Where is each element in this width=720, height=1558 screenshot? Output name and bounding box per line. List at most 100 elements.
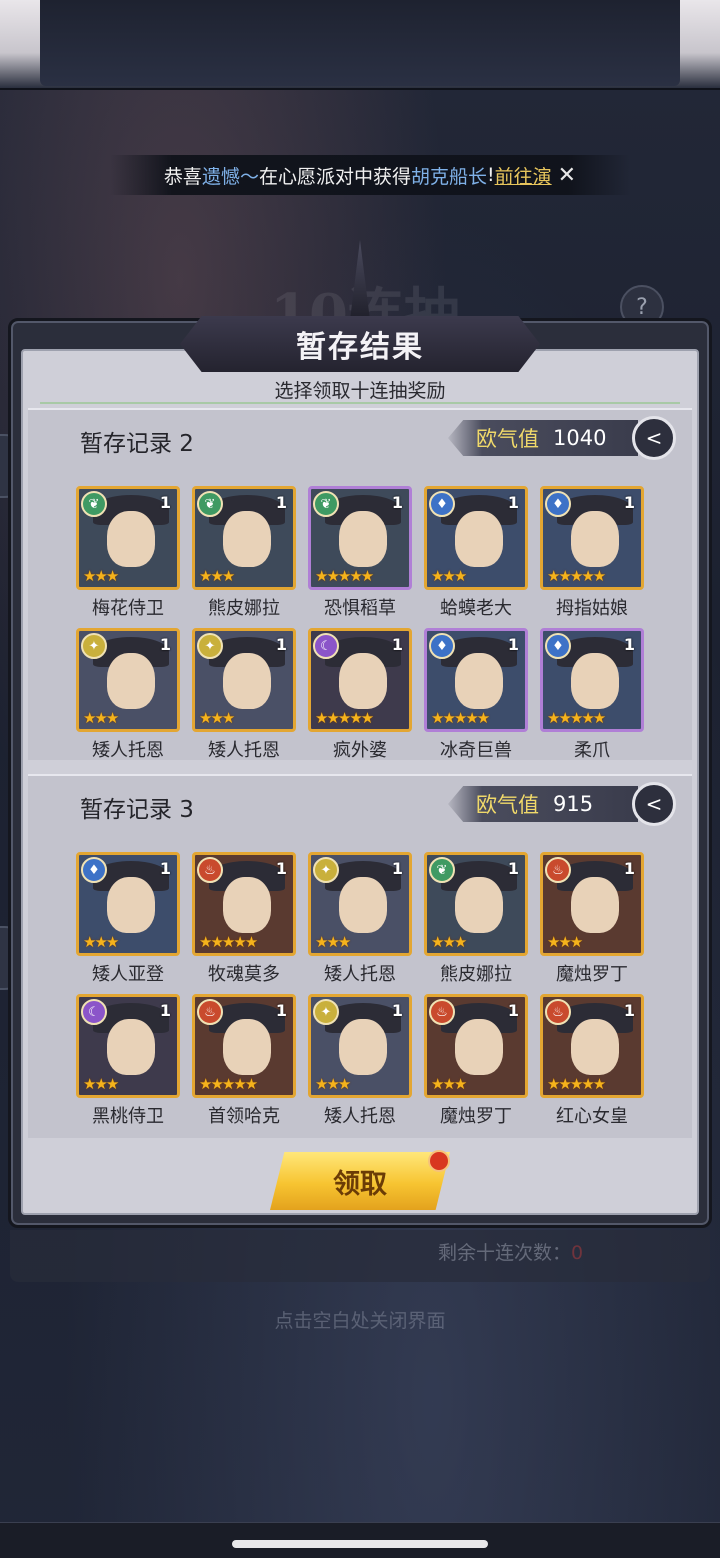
share-icon[interactable]: < — [632, 416, 676, 460]
hero-stars: ★★★ — [199, 709, 235, 727]
hero-card[interactable]: ♦ 1 ★★★★★ 拇指姑娘 — [540, 486, 644, 619]
hero-face-shape — [223, 653, 271, 709]
moon-icon: ☾ — [81, 999, 107, 1025]
hero-card[interactable]: ❦ 1 ★★★ 熊皮娜拉 — [424, 852, 528, 985]
hero-card[interactable]: ♦ 1 ★★★ 蛤蟆老大 — [424, 486, 528, 619]
record-panel[interactable]: 暂存记录 2 欧气值 1040 < ❦ 1 ★★★ 梅花侍卫 ❦ 1 ★★★ 熊皮娜拉 ❦ 1 ★★… — [28, 408, 692, 761]
home-indicator[interactable] — [232, 1540, 488, 1548]
hero-count: 1 — [623, 859, 635, 878]
luck-badge: 欧气值 915 — [448, 786, 638, 822]
hero-portrait-frame: ♦ 1 ★★★★★ — [540, 628, 644, 732]
remaining-value: 0 — [571, 1242, 584, 1264]
hero-face-shape — [571, 511, 619, 567]
record-panel[interactable]: 暂存记录 3 欧气值 915 < ♦ 1 ★★★ 矮人亚登 ♨ 1 ★★★★★ 牧魂莫多 ✦ 1 ★… — [28, 774, 692, 1138]
hero-name: 熊皮娜拉 — [440, 964, 512, 985]
hero-card[interactable]: ✦ 1 ★★★ 矮人托恩 — [76, 628, 180, 761]
hero-stars: ★★★ — [431, 933, 467, 951]
close-hint[interactable]: 点击空白处关闭界面 — [0, 1306, 720, 1333]
hero-card[interactable]: ❦ 1 ★★★ 熊皮娜拉 — [192, 486, 296, 619]
leaf-icon: ❦ — [81, 491, 107, 517]
notification-dot-icon — [428, 1150, 450, 1172]
hero-count: 1 — [159, 1001, 171, 1020]
luck-value: 915 — [553, 792, 594, 816]
hero-face-shape — [571, 877, 619, 933]
hero-card[interactable]: ❦ 1 ★★★ 梅花侍卫 — [76, 486, 180, 619]
remaining-draws: 剩余十连次数：0 — [438, 1238, 583, 1265]
hero-name: 首领哈克 — [208, 1106, 280, 1127]
share-icon[interactable]: < — [632, 782, 676, 826]
leaf-icon: ❦ — [197, 491, 223, 517]
hero-count: 1 — [507, 635, 519, 654]
hero-portrait-frame: ♦ 1 ★★★ — [424, 486, 528, 590]
hero-name: 矮人托恩 — [324, 964, 396, 985]
hero-face-shape — [107, 877, 155, 933]
hero-portrait-frame: ♨ 1 ★★★★★ — [540, 994, 644, 1098]
luck-label: 欧气值 — [476, 793, 539, 817]
hero-card[interactable]: ♨ 1 ★★★★★ 红心女皇 — [540, 994, 644, 1127]
hero-card[interactable]: ✦ 1 ★★★ 矮人托恩 — [308, 994, 412, 1127]
hero-name: 矮人托恩 — [208, 740, 280, 761]
luck-label: 欧气值 — [476, 427, 539, 451]
hero-name: 冰奇巨兽 — [440, 740, 512, 761]
hero-card[interactable]: ♨ 1 ★★★ 魔烛罗丁 — [424, 994, 528, 1127]
hero-card[interactable]: ♨ 1 ★★★★★ 首领哈克 — [192, 994, 296, 1127]
hero-card[interactable]: ♦ 1 ★★★★★ 柔爪 — [540, 628, 644, 761]
notice-prefix: 恭喜 — [163, 165, 202, 188]
hero-count: 1 — [159, 635, 171, 654]
flame-icon: ♨ — [545, 999, 571, 1025]
hero-card[interactable]: ✦ 1 ★★★ 矮人托恩 — [308, 852, 412, 985]
dialog-title: 暂存结果 — [180, 316, 540, 372]
hero-card[interactable]: ♨ 1 ★★★ 魔烛罗丁 — [540, 852, 644, 985]
hero-portrait-frame: ♨ 1 ★★★ — [540, 852, 644, 956]
hero-portrait-frame: ♦ 1 ★★★★★ — [540, 486, 644, 590]
hero-card[interactable]: ❦ 1 ★★★★★ 恐惧稻草 — [308, 486, 412, 619]
hero-card[interactable]: ♦ 1 ★★★ 矮人亚登 — [76, 852, 180, 985]
hero-face-shape — [455, 1019, 503, 1075]
hero-count: 1 — [159, 493, 171, 512]
hero-count: 1 — [623, 493, 635, 512]
hero-count: 1 — [159, 859, 171, 878]
hero-card[interactable]: ☾ 1 ★★★ 黑桃侍卫 — [76, 994, 180, 1127]
notice-goto-link[interactable]: 前往演 — [495, 162, 552, 189]
hero-face-shape — [107, 653, 155, 709]
hero-stars: ★★★ — [83, 1075, 119, 1093]
notice-close-icon[interactable]: ✕ — [558, 163, 576, 188]
remaining-strip — [10, 1230, 710, 1282]
hero-card[interactable]: ♨ 1 ★★★★★ 牧魂莫多 — [192, 852, 296, 985]
hero-count: 1 — [391, 859, 403, 878]
record-title: 暂存记录 3 — [80, 797, 194, 823]
claim-button[interactable]: 领取 — [270, 1152, 450, 1210]
notice-hero-name[interactable]: 胡克船长 — [411, 162, 487, 189]
hero-count: 1 — [391, 493, 403, 512]
hero-card[interactable]: ☾ 1 ★★★★★ 疯外婆 — [308, 628, 412, 761]
hero-stars: ★★★ — [431, 1075, 467, 1093]
hero-card[interactable]: ✦ 1 ★★★ 矮人托恩 — [192, 628, 296, 761]
hero-name: 熊皮娜拉 — [208, 598, 280, 619]
hero-portrait-frame: ♨ 1 ★★★★★ — [192, 994, 296, 1098]
hero-stars: ★★★ — [547, 933, 583, 951]
hero-face-shape — [455, 653, 503, 709]
hero-portrait-frame: ❦ 1 ★★★★★ — [308, 486, 412, 590]
hero-portrait-frame: ❦ 1 ★★★ — [76, 486, 180, 590]
flame-icon: ♨ — [197, 999, 223, 1025]
hero-face-shape — [571, 653, 619, 709]
hero-card[interactable]: ♦ 1 ★★★★★ 冰奇巨兽 — [424, 628, 528, 761]
hero-stars: ★★★ — [431, 567, 467, 585]
flame-icon: ♨ — [197, 857, 223, 883]
notice-middle: 在心愿派对中获得 — [258, 165, 411, 188]
hero-name: 牧魂莫多 — [208, 964, 280, 985]
hero-stars: ★★★★★ — [547, 567, 606, 585]
moon-icon: ☾ — [313, 633, 339, 659]
drop-icon: ♦ — [429, 633, 455, 659]
hero-portrait-frame: ✦ 1 ★★★ — [192, 628, 296, 732]
hero-stars: ★★★ — [315, 1075, 351, 1093]
hero-face-shape — [339, 877, 387, 933]
hero-count: 1 — [275, 635, 287, 654]
hero-face-shape — [571, 1019, 619, 1075]
notice-username[interactable]: 遗憾～ — [202, 162, 259, 189]
hero-name: 拇指姑娘 — [556, 598, 628, 619]
hero-face-shape — [107, 1019, 155, 1075]
hero-stars: ★★★ — [315, 933, 351, 951]
hero-name: 梅花侍卫 — [92, 598, 164, 619]
hero-stars: ★★★★★ — [315, 567, 374, 585]
